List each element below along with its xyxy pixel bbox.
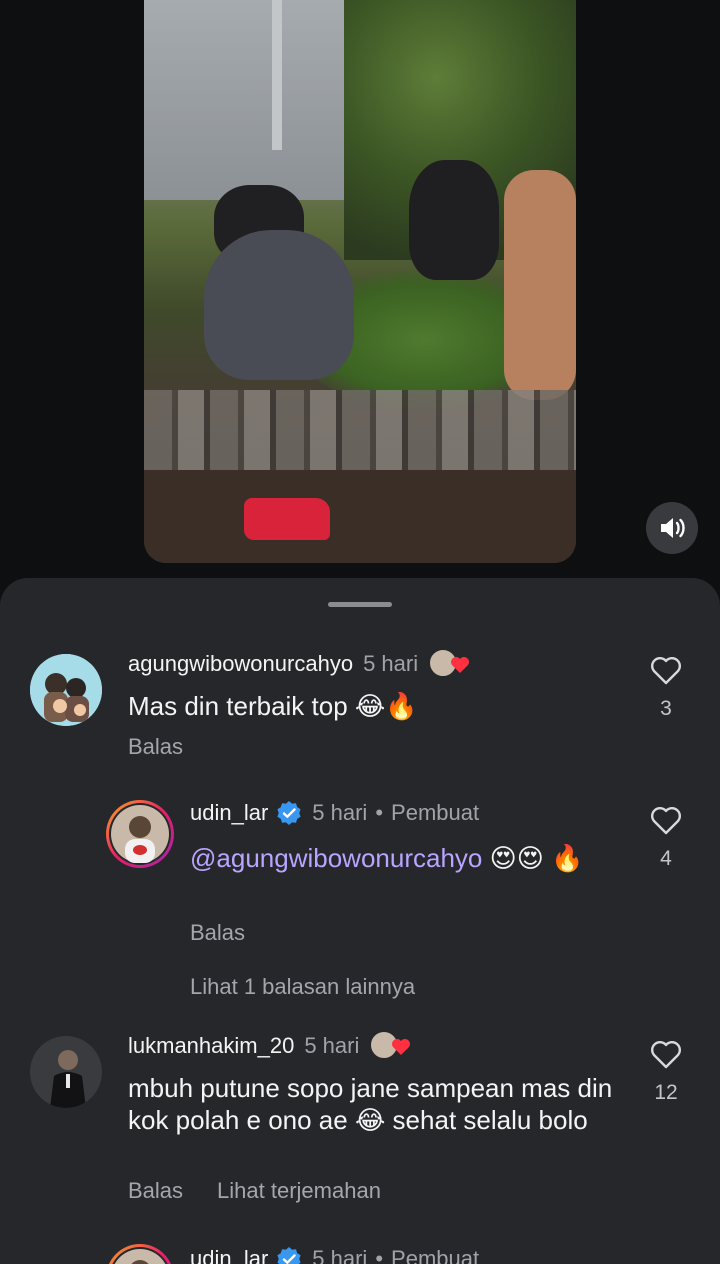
sound-toggle-button[interactable] — [646, 502, 698, 554]
comment-actions: Balas — [128, 734, 183, 760]
like-count: 3 — [660, 697, 672, 720]
like-control: 3 — [646, 656, 686, 721]
comment-actions: Balas Lihat terjemahan — [128, 1178, 381, 1204]
comment-username[interactable]: lukmanhakim_20 — [128, 1033, 294, 1059]
sheet-drag-handle[interactable] — [328, 602, 392, 607]
comment-meta: agungwibowonurcahyo 5 hari — [128, 648, 472, 680]
verified-badge-icon — [277, 801, 301, 825]
speaker-icon — [661, 518, 685, 538]
comments-sheet: agungwibowonurcahyo 5 hari Mas din terba… — [0, 578, 720, 1264]
video-scene-person — [504, 170, 576, 400]
video-scene-red-bag — [244, 498, 330, 540]
separator-dot: • — [375, 1246, 384, 1264]
comment-meta: lukmanhakim_20 5 hari — [128, 1030, 413, 1062]
creator-liked-badge — [428, 648, 472, 680]
comment-text: Mas din terbaik top 😂🔥 — [128, 691, 418, 721]
creator-liked-badge — [369, 1030, 413, 1062]
view-more-replies-button[interactable]: Lihat 1 balasan lainnya — [190, 974, 415, 1000]
comment-time: 5 hari — [363, 651, 419, 676]
avatar[interactable] — [30, 1036, 102, 1108]
heart-icon — [451, 657, 470, 673]
reply-button[interactable]: Balas — [190, 920, 245, 946]
separator-dot: • — [375, 800, 384, 825]
video-player[interactable] — [144, 0, 576, 563]
comment-username[interactable]: udin_lar — [190, 1246, 268, 1264]
avatar-person-photo — [30, 1036, 102, 1108]
like-control: 12 — [646, 1040, 686, 1105]
avatar — [114, 1249, 166, 1264]
like-count: 12 — [654, 1081, 678, 1104]
heart-outline-icon[interactable] — [650, 806, 682, 836]
verified-badge-icon — [277, 1247, 301, 1264]
comment-text: mbuh putune sopo jane sampean mas din ko… — [128, 1073, 613, 1135]
like-count: 4 — [660, 847, 672, 870]
reply-button[interactable]: Balas — [128, 1178, 183, 1204]
video-scene-person — [409, 160, 499, 280]
heart-outline-icon[interactable] — [650, 656, 682, 686]
video-scene-stones — [144, 390, 576, 470]
comment-meta: udin_lar 5 hari • Pembuat — [190, 800, 479, 826]
creator-label: Pembuat — [391, 1246, 480, 1264]
video-area — [0, 0, 720, 590]
avatar-story-ring[interactable] — [106, 800, 174, 868]
reply-button[interactable]: Balas — [128, 734, 183, 760]
comment-time: 5 hari — [312, 800, 368, 825]
video-scene-soil — [144, 470, 576, 563]
comment-text: @agungwibowonurcahyo 😍😍 🔥 — [190, 842, 610, 874]
like-control: 4 — [646, 806, 686, 871]
heart-icon — [392, 1039, 411, 1055]
comment-emojis: 😍😍 🔥 — [482, 843, 584, 873]
comment-username[interactable]: agungwibowonurcahyo — [128, 651, 353, 677]
comment-actions: Balas — [190, 920, 245, 946]
video-scene-pillar — [272, 0, 282, 150]
video-scene-person — [204, 230, 354, 380]
avatar — [111, 805, 169, 863]
comment-meta: udin_lar 5 hari • Pembuat — [190, 1246, 479, 1264]
comment-time: 5 hari — [312, 1246, 368, 1264]
video-scene-wall — [144, 0, 354, 200]
avatar-story-ring[interactable] — [106, 1244, 174, 1264]
heart-outline-icon[interactable] — [650, 1040, 682, 1070]
comment-username[interactable]: udin_lar — [190, 800, 268, 826]
avatar[interactable] — [30, 654, 102, 726]
avatar-family-illustration — [30, 654, 102, 726]
creator-label: Pembuat — [391, 800, 480, 825]
mention-link[interactable]: @agungwibowonurcahyo — [190, 843, 482, 873]
comment-time: 5 hari — [304, 1033, 360, 1058]
see-translation-button[interactable]: Lihat terjemahan — [217, 1178, 381, 1204]
